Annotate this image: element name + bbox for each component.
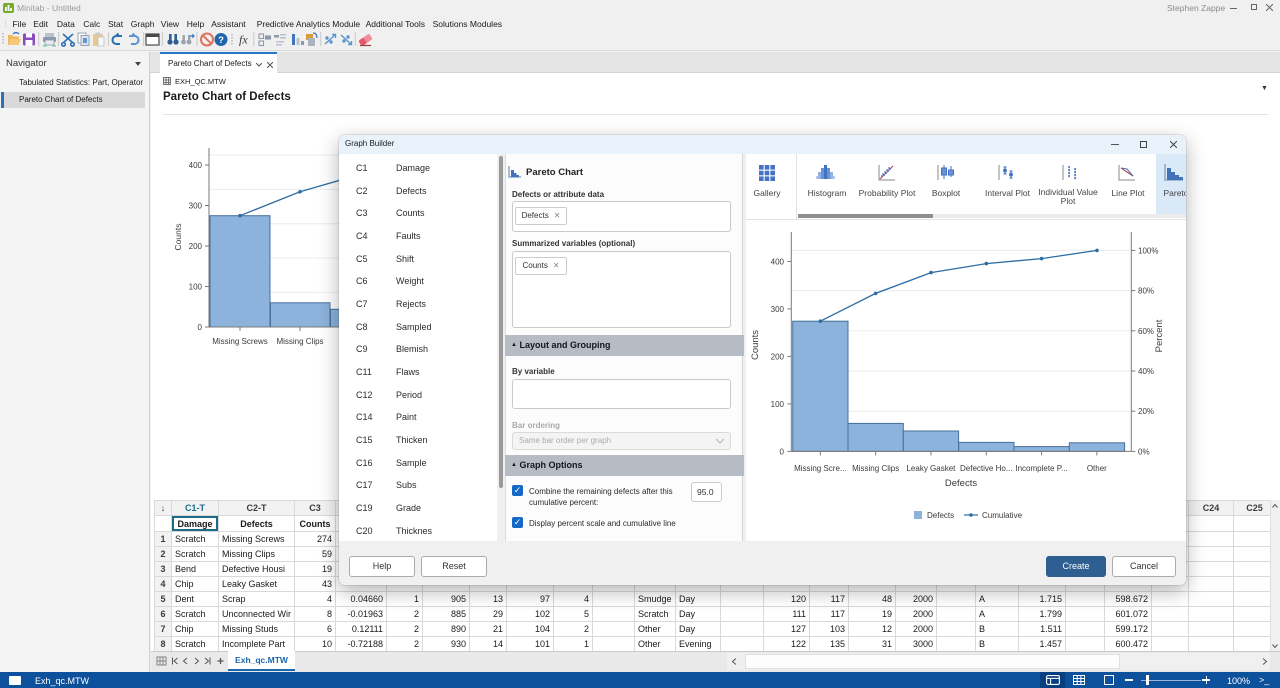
svg-text:Defects: Defects: [927, 511, 954, 520]
svg-text:0: 0: [198, 323, 203, 332]
svg-text:0: 0: [780, 447, 785, 456]
svg-text:fx: fx: [239, 33, 248, 47]
svg-text:Counts: Counts: [173, 224, 183, 251]
svg-text:60%: 60%: [1138, 327, 1154, 336]
svg-text:Missing Clips: Missing Clips: [852, 464, 899, 473]
svg-text:Cumulative: Cumulative: [982, 511, 1023, 520]
svg-text:300: 300: [189, 202, 203, 211]
svg-text:100: 100: [189, 283, 203, 292]
svg-text:300: 300: [771, 305, 785, 314]
svg-text:Defective Ho...: Defective Ho...: [960, 464, 1012, 473]
svg-text:Missing Clips: Missing Clips: [276, 337, 323, 346]
svg-text:Missing Screws: Missing Screws: [212, 337, 268, 346]
svg-text:Counts: Counts: [750, 330, 761, 360]
svg-text:200: 200: [771, 352, 785, 361]
svg-text:80%: 80%: [1138, 287, 1154, 296]
svg-text:Leaky Gasket: Leaky Gasket: [906, 464, 956, 473]
svg-text:100: 100: [771, 400, 785, 409]
svg-text:0%: 0%: [1138, 447, 1150, 456]
svg-text:Incomplete P...: Incomplete P...: [1015, 464, 1067, 473]
svg-text:400: 400: [771, 257, 785, 266]
svg-text:400: 400: [189, 161, 203, 170]
svg-text:Defects: Defects: [945, 478, 977, 489]
svg-text:200: 200: [189, 242, 203, 251]
svg-text:?: ?: [218, 35, 224, 46]
svg-text:40%: 40%: [1138, 367, 1154, 376]
svg-text:Other: Other: [1087, 464, 1107, 473]
svg-text:Percent: Percent: [1154, 319, 1165, 352]
svg-text:Missing Scre...: Missing Scre...: [794, 464, 846, 473]
svg-text:100%: 100%: [1138, 246, 1158, 255]
svg-text:20%: 20%: [1138, 407, 1154, 416]
